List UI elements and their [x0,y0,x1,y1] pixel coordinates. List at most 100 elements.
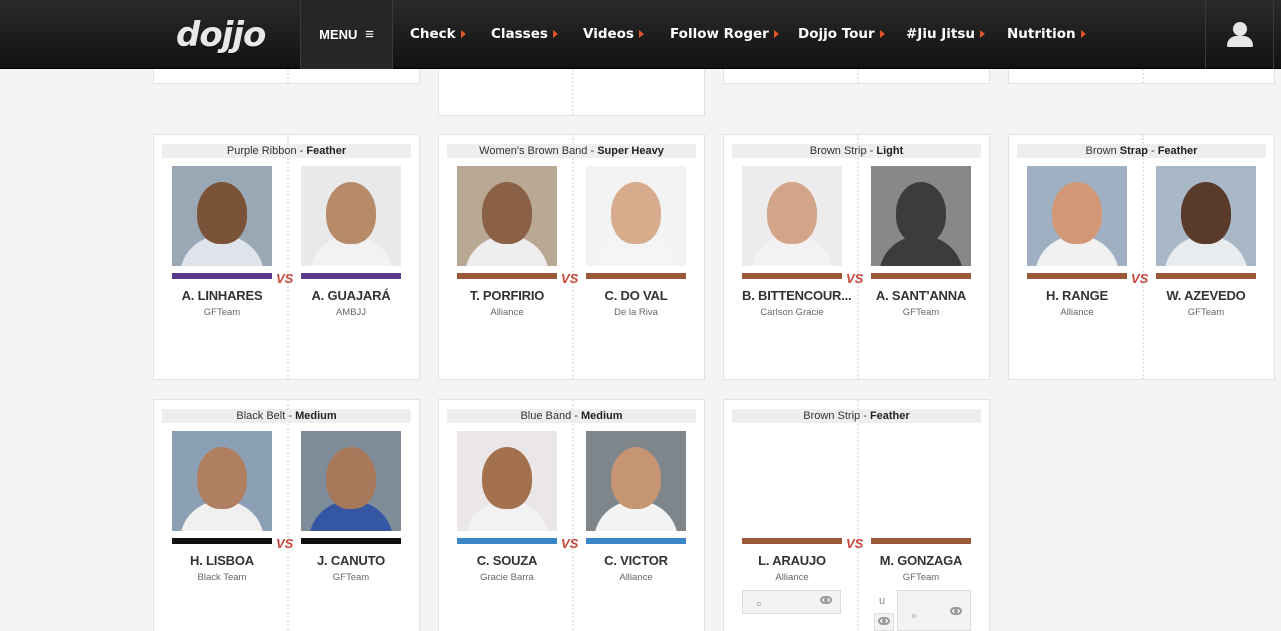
match-card[interactable]: Brown Strap - Feather H. RANGE Alliance W. … [1008,134,1275,380]
fighter-photo[interactable] [457,431,557,531]
bet-input-right[interactable]: o [897,590,971,631]
versus-label: VS [1131,271,1149,286]
user-icon-body [1227,36,1253,47]
nav-item-jiu-jitsu[interactable]: #Jiu Jitsu [906,0,986,69]
category-weight: Feather [1157,145,1198,157]
fighter-name[interactable]: C. SOUZA [457,553,557,568]
belt-color-bar [1027,273,1127,279]
match-category-title: Blue Band - Medium [447,409,696,423]
fighter-name[interactable]: H. RANGE [1027,288,1127,303]
versus-label: VS [846,536,864,551]
fighter-right[interactable]: M. GONZAGA GFTeam [871,431,971,583]
fighter-name[interactable]: A. LINHARES [172,288,272,303]
card-divider [857,135,859,379]
versus-label: VS [561,536,579,551]
match-card[interactable]: Black Belt - Medium H. LISBOA Black Team J.… [153,399,420,631]
eye-icon[interactable] [950,607,962,615]
fighter-team: Black Team [197,572,247,583]
fighter-team: Alliance [619,572,653,583]
fighter-right[interactable]: A. SANT'ANNA GFTeam [871,166,971,318]
caret-right-icon [552,30,558,38]
match-category-title: Purple Ribbon - Feather [162,144,411,158]
bet-input-left[interactable]: o [742,590,841,614]
fighter-name[interactable]: C. VICTOR [586,553,686,568]
fighter-left[interactable]: T. PORFIRIO Alliance [457,166,557,318]
nav-item-classes[interactable]: Classes [491,0,558,69]
fighter-left[interactable]: A. LINHARES GFTeam [172,166,272,318]
fighter-name[interactable]: A. SANT'ANNA [871,288,971,303]
fighter-name[interactable]: W. AZEVEDO [1156,288,1256,303]
fighter-name[interactable]: M. GONZAGA [871,553,971,568]
fighter-team: GFTeam [203,307,241,318]
fighter-left[interactable]: C. SOUZA Gracie Barra [457,431,557,583]
fighter-name[interactable]: T. PORFIRIO [457,288,557,303]
nav-item-videos[interactable]: Videos [583,0,644,69]
nav-item-nutrition[interactable]: Nutrition [1007,0,1086,69]
belt-color-bar [742,538,842,544]
match-card[interactable]: Brown Strip - Light B. BITTENCOUR... Carls… [723,134,990,380]
fighter-photo[interactable] [871,431,971,531]
fighter-photo[interactable] [1156,166,1256,266]
fighter-photo[interactable] [742,431,842,531]
nav-item-follow-roger[interactable]: Follow Roger [670,0,779,69]
belt-color-bar [457,273,557,279]
fighter-name[interactable]: B. BITTENCOUR... [742,288,852,303]
belt-color-bar [301,273,401,279]
fighter-left[interactable]: L. ARAUJO Alliance [742,431,842,583]
match-category-title: Brown Strip - Light [732,144,981,158]
fighter-photo[interactable] [172,166,272,266]
category-belt: Brown [1085,145,1120,157]
fighter-face [896,182,946,244]
fighter-photo[interactable] [1027,166,1127,266]
fighter-photo[interactable] [586,166,686,266]
fighter-face [482,182,532,244]
nav-item-check[interactable]: Check [410,0,466,69]
fighter-photo[interactable] [742,166,842,266]
versus-label: VS [276,536,294,551]
fighter-face [482,447,532,509]
category-belt: Blue Band - [520,410,581,422]
match-card[interactable]: Women's Brown Band - Super Heavy T. PORFI… [438,134,705,380]
fighter-name[interactable]: C. DO VAL [586,288,686,303]
fighter-photo[interactable] [457,166,557,266]
fighter-team: Alliance [1060,307,1094,318]
user-account-button[interactable] [1205,0,1274,69]
fighter-name[interactable]: J. CANUTO [301,553,401,568]
category-weight: Medium [295,410,337,422]
eye-toggle-small[interactable] [874,613,894,631]
user-icon [1233,22,1247,36]
fighter-team: De la Riva [614,307,658,318]
fighter-photo[interactable] [871,166,971,266]
belt-color-bar [1156,273,1256,279]
fighter-right[interactable]: J. CANUTO GFTeam [301,431,401,583]
fighter-name[interactable]: L. ARAUJO [742,553,842,568]
match-category-title: Black Belt - Medium [162,409,411,423]
fighter-name[interactable]: A. GUAJARÁ [301,288,401,303]
fighter-left[interactable]: B. BITTENCOUR... Carlson Gracie [742,166,852,318]
nav-separator [392,0,393,69]
nav-item-dojjo-tour[interactable]: Dojjo Tour [798,0,885,69]
fighter-photo[interactable] [301,431,401,531]
match-card[interactable]: Purple Ribbon - Feather A. LINHARES GFTeam… [153,134,420,380]
fighter-right[interactable]: C. DO VAL De la Riva [586,166,686,318]
menu-button[interactable]: MENU ≡ [301,0,392,69]
fighter-left[interactable]: H. LISBOA Black Team [172,431,272,583]
fighter-photo[interactable] [172,431,272,531]
belt-color-bar [172,538,272,544]
fighter-right[interactable]: W. AZEVEDO GFTeam [1156,166,1256,318]
fighter-left[interactable]: H. RANGE Alliance [1027,166,1127,318]
fighter-right[interactable]: C. VICTOR Alliance [586,431,686,583]
eye-icon[interactable] [820,596,832,604]
fighter-face [197,447,247,509]
fighter-photo[interactable] [586,431,686,531]
fighter-name[interactable]: H. LISBOA [172,553,272,568]
card-divider [1142,135,1144,379]
category-belt: Purple Ribbon - [226,145,307,157]
caret-right-icon [1080,30,1086,38]
match-category-title: Brown Strap - Feather [1017,144,1266,158]
fighter-right[interactable]: A. GUAJARÁ AMBJJ [301,166,401,318]
bet-u-label: u [879,595,886,607]
fighter-photo[interactable] [301,166,401,266]
dojjo-logo[interactable]: dojjo [176,12,266,58]
match-card[interactable]: Blue Band - Medium C. SOUZA Gracie Barra C.… [438,399,705,631]
